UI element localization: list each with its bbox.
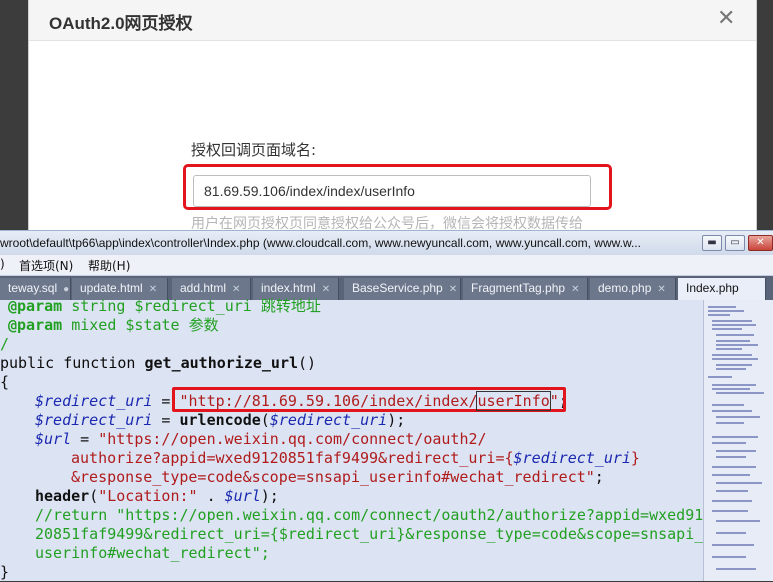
code-line: authorize?appid=wxed9120851faf9499&redir… xyxy=(71,449,640,467)
minimap-line xyxy=(712,358,758,360)
code-line: //return "https://open.weixin.qq.com/con… xyxy=(35,506,704,524)
code-line: 20851faf9499&redirect_uri={$redirect_uri… xyxy=(35,525,704,543)
minimap-line xyxy=(712,328,742,330)
minimap-line xyxy=(712,436,758,438)
minimap-line xyxy=(712,500,752,502)
minimap-line xyxy=(716,348,742,350)
minimap-line xyxy=(712,410,752,412)
close-tab-icon[interactable]: ✕ xyxy=(449,284,457,295)
menu-item-partial[interactable]: ) xyxy=(0,257,5,271)
minimap-line xyxy=(716,422,744,424)
close-tab-icon[interactable]: ✕ xyxy=(657,284,665,295)
code-line: @param string $redirect_uri 跳转地址 xyxy=(8,297,321,315)
tab-label: teway.sql xyxy=(8,281,58,295)
code-line: } xyxy=(0,563,10,581)
code-editor-window: wroot\default\tp66\app\index\controller\… xyxy=(0,230,773,581)
tab-baseservice-php[interactable]: BaseService.php ✕ xyxy=(344,278,461,300)
code-line: $url = "https://open.weixin.qq.com/conne… xyxy=(35,430,487,448)
close-tab-icon[interactable]: ✕ xyxy=(232,284,240,295)
menu-item-help[interactable]: 帮助(H) xyxy=(88,257,130,274)
minimap-line xyxy=(716,568,756,570)
minimap-line xyxy=(712,324,756,326)
code-line: public function get_authorize_url() xyxy=(0,354,317,372)
minimap-line xyxy=(716,416,760,418)
minimize-icon[interactable]: ▬ xyxy=(702,235,722,251)
minimap-line xyxy=(716,340,750,342)
minimap-line xyxy=(712,510,748,512)
minimap-line xyxy=(716,334,754,336)
close-icon[interactable]: ✕ xyxy=(717,6,735,31)
minimap-line xyxy=(712,474,750,476)
tab-demo-php[interactable]: demo.php ✕ xyxy=(590,278,676,300)
tab-label: add.html xyxy=(180,281,227,295)
code-line: &response_type=code&scope=snsapi_userinf… xyxy=(71,468,604,486)
code-line: @param mixed $state 参数 xyxy=(8,316,219,334)
minimap-line xyxy=(716,456,746,458)
tab-label: BaseService.php xyxy=(352,281,443,295)
callback-domain-input[interactable]: 81.69.59.106/index/index/userInfo xyxy=(193,175,591,207)
maximize-icon[interactable]: ▭ xyxy=(725,235,745,251)
code-line: $redirect_uri = urlencode($redirect_uri)… xyxy=(35,411,406,429)
minimap-line xyxy=(716,392,764,394)
tab-label: demo.php xyxy=(598,281,652,295)
window-title: wroot\default\tp66\app\index\controller\… xyxy=(0,236,641,250)
minimap-line xyxy=(716,450,756,452)
tab-label: Index.php xyxy=(686,281,739,295)
code-minimap[interactable] xyxy=(703,300,773,581)
background-right xyxy=(755,0,773,230)
minimap-line xyxy=(712,354,752,356)
code-line: userinfo#wechat_redirect"; xyxy=(35,544,270,562)
code-line: { xyxy=(0,373,10,391)
minimap-line xyxy=(712,404,744,406)
minimap-line xyxy=(716,490,748,492)
minimap-line xyxy=(712,544,754,546)
window-titlebar: wroot\default\tp66\app\index\controller\… xyxy=(0,230,773,256)
tab-index-php[interactable]: Index.php xyxy=(678,278,766,300)
modified-dot-icon: ● xyxy=(63,284,70,295)
dialog-header: OAuth2.0网页授权 ✕ xyxy=(29,0,756,41)
minimap-line xyxy=(708,306,736,308)
close-tab-icon[interactable]: ✕ xyxy=(571,284,579,295)
minimap-line xyxy=(716,368,746,370)
minimap-line xyxy=(712,556,746,558)
minimap-line xyxy=(716,482,762,484)
code-area[interactable]: @param string $redirect_uri 跳转地址 @param … xyxy=(0,297,704,581)
minimap-line xyxy=(712,442,746,444)
minimap-line xyxy=(712,388,750,390)
minimap-line xyxy=(716,364,752,366)
close-tab-icon[interactable]: ✕ xyxy=(322,284,330,295)
userinfo-outline xyxy=(476,391,551,411)
code-line: header("Location:" . $url); xyxy=(35,487,279,505)
minimap-line xyxy=(708,314,730,316)
dialog-title: OAuth2.0网页授权 xyxy=(49,14,193,33)
tab-fragmenttag-php[interactable]: FragmentTag.php ✕ xyxy=(463,278,588,300)
close-tab-icon[interactable]: ✕ xyxy=(149,284,157,295)
callback-domain-label: 授权回调页面域名: xyxy=(191,141,317,159)
menu-bar: ) 首选项(N) 帮助(H) xyxy=(0,255,773,276)
menu-item-preferences[interactable]: 首选项(N) xyxy=(19,257,73,274)
minimap-line xyxy=(716,344,758,346)
minimap-line xyxy=(712,320,752,322)
tab-label: FragmentTag.php xyxy=(471,281,566,295)
minimap-line xyxy=(708,310,744,312)
minimap-line xyxy=(708,376,732,378)
oauth-dialog: OAuth2.0网页授权 ✕ 授权回调页面域名: 81.69.59.106/in… xyxy=(28,0,757,232)
code-line: / xyxy=(0,335,10,353)
background-left xyxy=(0,0,28,230)
minimap-line xyxy=(716,532,746,534)
tab-label: index.html xyxy=(261,281,316,295)
close-window-icon[interactable]: ✕ xyxy=(748,235,773,251)
minimap-line xyxy=(712,466,756,468)
minimap-line xyxy=(716,520,760,522)
tab-label: update.html xyxy=(80,281,143,295)
minimap-line xyxy=(712,384,756,386)
